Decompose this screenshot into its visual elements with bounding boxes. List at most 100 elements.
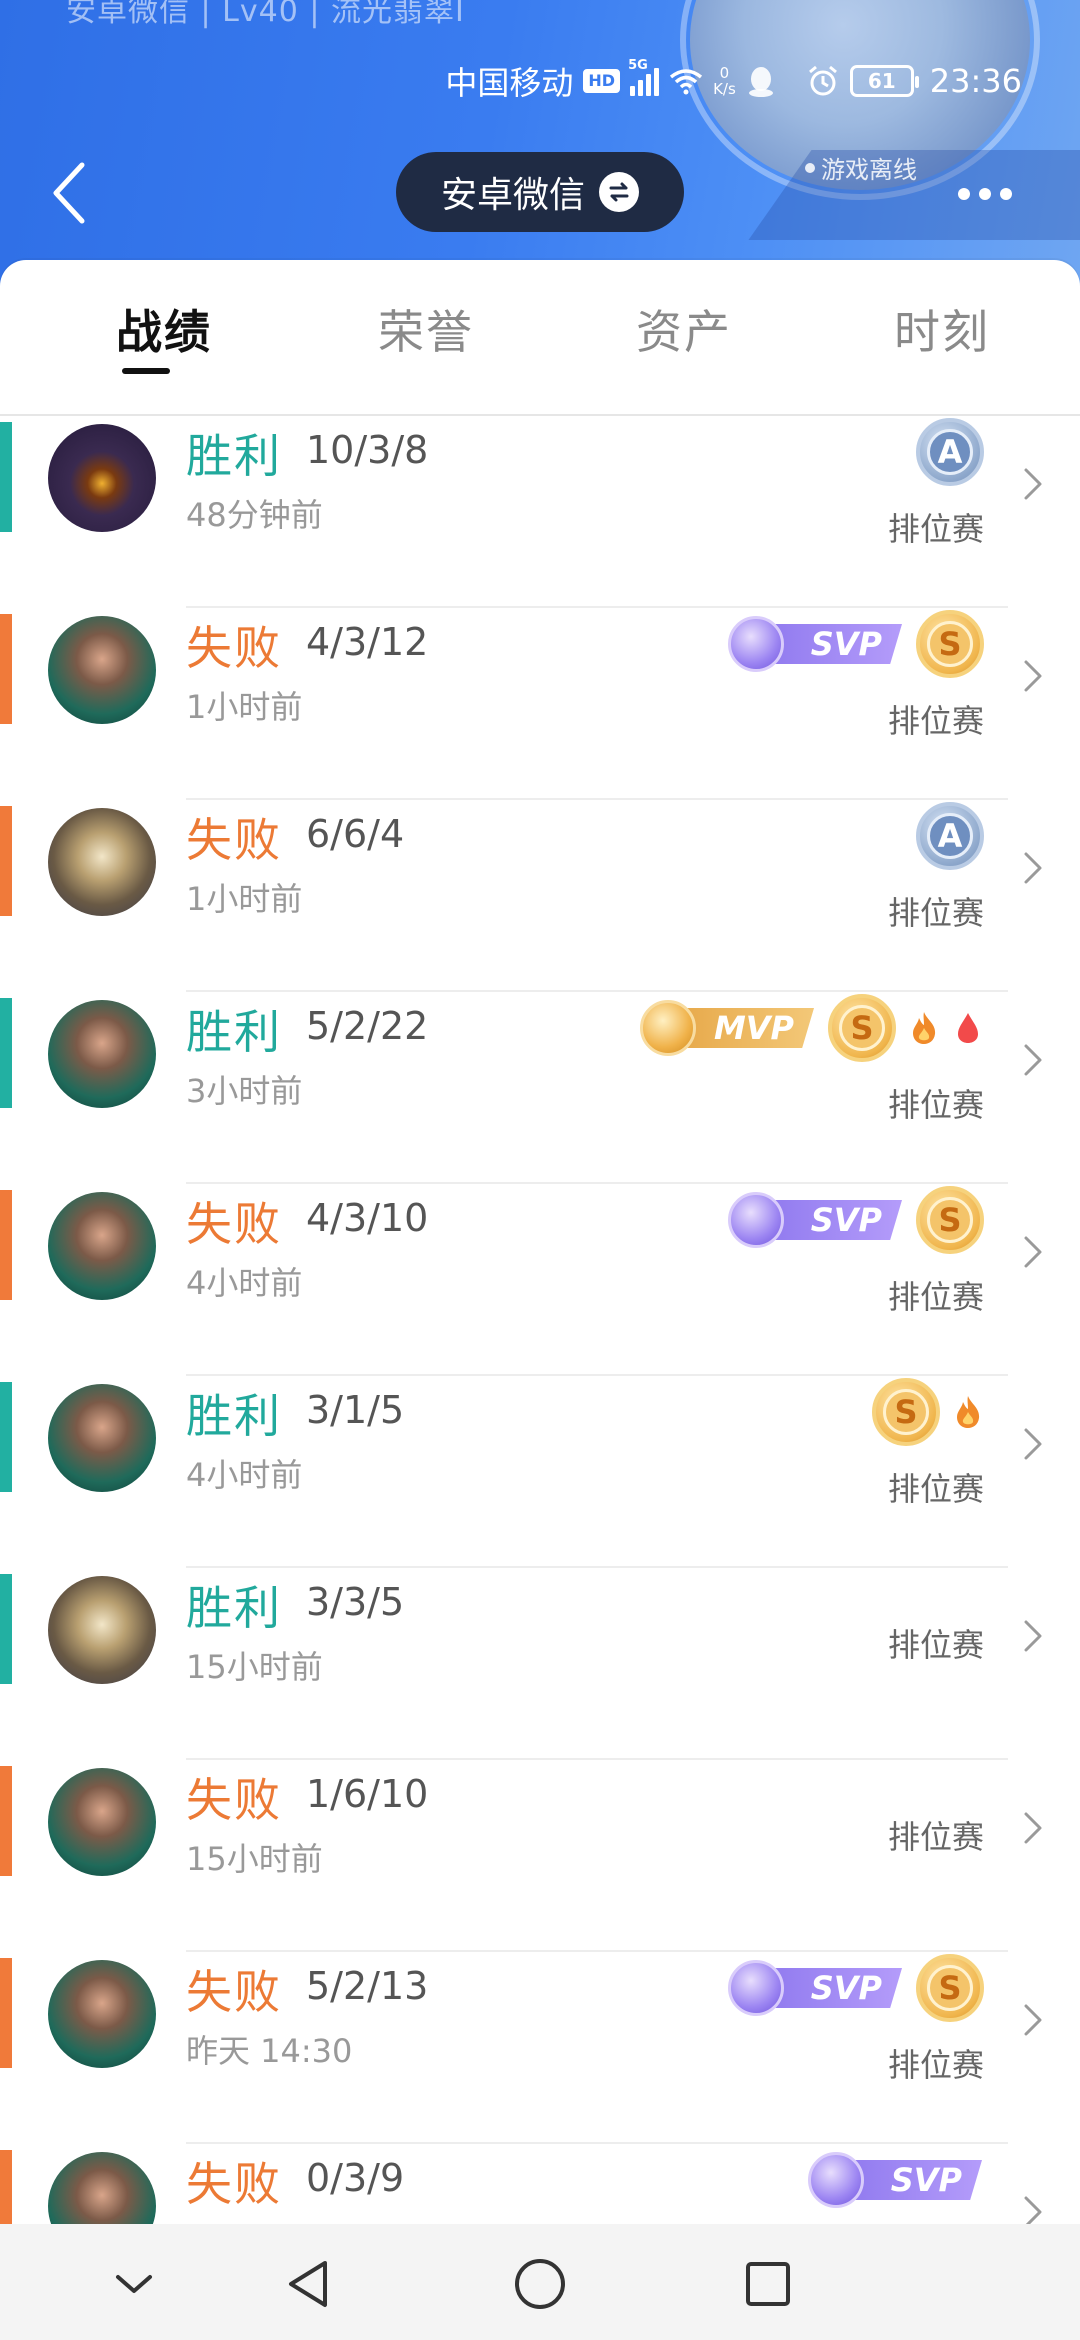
rating-s-icon: S	[916, 1186, 984, 1254]
match-row[interactable]: 失败 0/3/9 SVP	[0, 2144, 1080, 2224]
match-mode: 排位赛	[887, 1086, 984, 1124]
result-indicator-bar	[0, 1190, 12, 1300]
chevron-right-icon	[1024, 468, 1042, 500]
match-result: 失败	[186, 1965, 282, 2019]
svp-badge: SVP	[808, 2152, 984, 2208]
wifi-icon	[669, 69, 703, 95]
result-indicator-bar	[0, 1958, 12, 2068]
fire-icon	[908, 1008, 940, 1048]
match-kda: 3/3/5	[306, 1580, 405, 1624]
rating-s-label: S	[927, 1197, 973, 1243]
match-row[interactable]: 胜利 3/1/5 4小时前 S 排位赛	[0, 1376, 1080, 1568]
result-indicator-bar	[0, 2150, 12, 2224]
hero-avatar	[48, 1192, 156, 1300]
match-row[interactable]: 失败 4/3/10 4小时前 SVP S 排位赛	[0, 1184, 1080, 1376]
match-kda: 3/1/5	[306, 1388, 405, 1432]
clock: 23:36	[929, 62, 1022, 100]
rating-a-icon: A	[916, 418, 984, 486]
match-mode: 排位赛	[887, 2046, 984, 2084]
collapse-nav-button[interactable]	[104, 2254, 164, 2314]
chevron-right-icon	[1024, 2196, 1042, 2224]
network-speed: 0 K/s	[713, 65, 736, 97]
match-row[interactable]: 失败 5/2/13 昨天 14:30 SVP S 排位赛	[0, 1952, 1080, 2144]
match-list[interactable]: 胜利 10/3/8 48分钟前 A 排位赛 失败 4/3/12 1小时前 SVP…	[0, 416, 1080, 2224]
match-row[interactable]: 胜利 3/3/5 15小时前 排位赛	[0, 1568, 1080, 1760]
nav-back-button[interactable]	[278, 2254, 338, 2314]
rating-s-label: S	[839, 1005, 885, 1051]
chevron-right-icon	[1024, 1236, 1042, 1268]
match-result: 胜利	[186, 1389, 282, 1443]
match-row[interactable]: 失败 1/6/10 15小时前 排位赛	[0, 1760, 1080, 1952]
match-mode: 排位赛	[887, 510, 984, 548]
match-result: 失败	[186, 1197, 282, 1251]
tab-moments[interactable]: 时刻	[894, 296, 990, 362]
online-status: 游戏离线	[805, 150, 917, 185]
tab-assets[interactable]: 资产	[636, 296, 732, 362]
more-options-button[interactable]	[950, 174, 1020, 214]
match-kda: 10/3/8	[306, 428, 429, 472]
match-mode: 排位赛	[887, 1818, 984, 1856]
match-badges: SVP S	[728, 1952, 984, 2024]
active-tab-indicator	[122, 368, 170, 374]
hero-avatar	[48, 1576, 156, 1684]
svp-badge: SVP	[728, 1960, 904, 2016]
svp-badge: SVP	[728, 1192, 904, 1248]
match-row[interactable]: 失败 4/3/12 1小时前 SVP S 排位赛	[0, 608, 1080, 800]
svp-gem-icon	[728, 1960, 784, 2016]
match-kda: 1/6/10	[306, 1772, 429, 1816]
match-result: 失败	[186, 1773, 282, 1827]
mvp-gem-icon	[640, 1000, 696, 1056]
match-time: 15小时前	[186, 1648, 323, 1686]
carrier-name: 中国移动	[445, 64, 574, 102]
rating-a-label: A	[927, 429, 973, 475]
mvp-badge: MVP	[640, 1000, 816, 1056]
match-result: 失败	[186, 2157, 282, 2211]
nav-recents-button[interactable]	[738, 2254, 798, 2314]
result-indicator-bar	[0, 1574, 12, 1684]
rating-s-label: S	[927, 621, 973, 667]
back-triangle-icon	[289, 2261, 327, 2307]
match-row[interactable]: 失败 6/6/4 1小时前 A 排位赛	[0, 800, 1080, 992]
hd-icon: HD	[583, 69, 621, 93]
tab-honors[interactable]: 荣誉	[378, 296, 474, 362]
result-indicator-bar	[0, 1382, 12, 1492]
blood-drop-icon	[952, 1008, 984, 1048]
hero-avatar	[48, 2152, 156, 2224]
match-kda: 0/3/9	[306, 2156, 405, 2200]
system-nav-bar	[0, 2224, 1080, 2340]
result-indicator-bar	[0, 998, 12, 1108]
tab-records[interactable]: 战绩	[116, 296, 212, 362]
rating-s-label: S	[927, 1965, 973, 2011]
match-row[interactable]: 胜利 5/2/22 3小时前 MVP S 排位赛	[0, 992, 1080, 1184]
chevron-right-icon	[1024, 852, 1042, 884]
player-subtitle: 安卓微信 | Lv40 | 流光翡翠I	[66, 0, 465, 29]
chevron-right-icon	[1024, 1428, 1042, 1460]
match-result: 失败	[186, 813, 282, 867]
rating-a-label: A	[927, 813, 973, 859]
status-bar: 中国移动 HD 5G 0 K/s 61 23:36	[445, 56, 1022, 106]
rating-s-icon: S	[872, 1378, 940, 1446]
account-switch-button[interactable]: 安卓微信	[396, 152, 684, 232]
match-time: 昨天 14:30	[186, 2032, 353, 2070]
match-result: 胜利	[186, 429, 282, 483]
status-dot-icon	[805, 162, 815, 173]
chevron-left-icon	[53, 162, 85, 224]
svp-badge: SVP	[728, 616, 904, 672]
match-time: 4小时前	[186, 1456, 303, 1494]
nav-home-button[interactable]	[510, 2254, 570, 2314]
chevron-right-icon	[1024, 1620, 1042, 1652]
hero-avatar	[48, 616, 156, 724]
speed-value: 0	[719, 64, 730, 82]
back-button[interactable]	[40, 158, 100, 228]
match-row[interactable]: 胜利 10/3/8 48分钟前 A 排位赛	[0, 416, 1080, 608]
match-badges: SVP S	[728, 1184, 984, 1256]
hero-avatar	[48, 1768, 156, 1876]
match-badges: MVP S	[640, 992, 984, 1064]
svp-gem-icon	[728, 1192, 784, 1248]
svp-gem-icon	[728, 616, 784, 672]
profile-header: 安卓微信 | Lv40 | 流光翡翠I 中国移动 HD 5G 0 K/s 61 …	[0, 0, 1080, 300]
match-badges: SVP S	[728, 608, 984, 680]
rating-s-icon: S	[828, 994, 896, 1062]
match-mode: 排位赛	[887, 1470, 984, 1508]
alarm-icon	[808, 65, 837, 96]
